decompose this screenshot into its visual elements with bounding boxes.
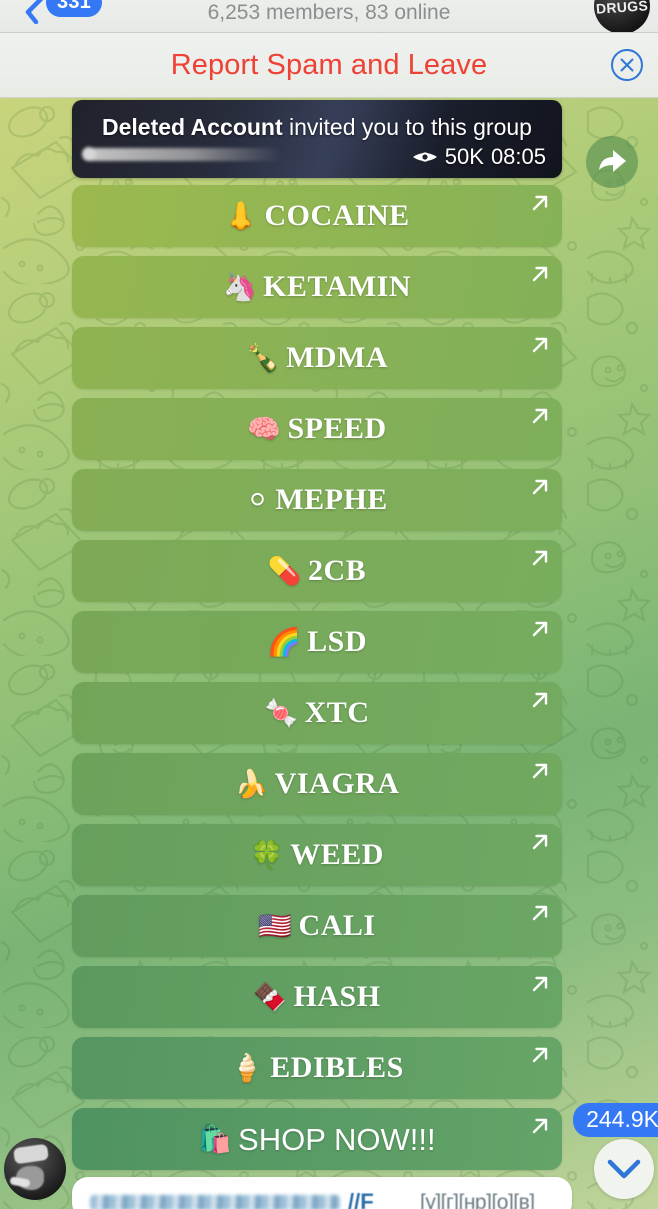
keyboard-button-emoji-icon: 🇺🇸 — [258, 910, 293, 942]
keyboard-button-emoji-icon: 🦄 — [222, 271, 258, 303]
goto-arrow-icon — [530, 548, 550, 568]
goto-arrow-icon — [530, 903, 550, 923]
keyboard-button-text: WEED — [290, 838, 384, 871]
keyboard-button-shop-now[interactable]: 🛍️ SHOP NOW!!! — [72, 1108, 562, 1170]
keyboard-button-label: 🍀 WEED — [250, 840, 384, 870]
keyboard-button-text: XTC — [304, 696, 370, 729]
keyboard-button-label: 🦄 KETAMIN — [223, 272, 411, 302]
keyboard-button-viagra[interactable]: 🍌 VIAGRA — [72, 753, 562, 815]
keyboard-button-xtc[interactable]: 🍬 XTC — [72, 682, 562, 744]
message-time: 08:05 — [490, 144, 546, 169]
goto-arrow-icon — [530, 974, 550, 994]
keyboard-button-emoji-icon: ⚪ — [246, 484, 270, 516]
keyboard-button-emoji-icon: 🍬 — [264, 697, 299, 729]
keyboard-button-emoji-icon: 🍌 — [234, 768, 269, 800]
keyboard-button-ketamin[interactable]: 🦄 KETAMIN — [72, 256, 562, 318]
inline-keyboard-list: 👃 COCAINE 🦄 KETAMIN 🍾 MDMA 🧠 SPEED ⚪ MEPHE 💊 2CB 🌈 LS… — [72, 185, 562, 1179]
sender-avatar[interactable] — [4, 1138, 66, 1200]
keyboard-button-label: 🧠 SPEED — [247, 414, 386, 444]
keyboard-button-text: LSD — [307, 625, 367, 658]
keyboard-button-text: 2CB — [307, 554, 367, 587]
keyboard-button-text: MEPHE — [275, 483, 388, 516]
keyboard-button-emoji-icon: 🧠 — [247, 413, 282, 445]
goto-arrow-icon — [530, 193, 550, 213]
keyboard-button-emoji-icon: 👃 — [224, 200, 259, 232]
eye-icon — [412, 152, 437, 162]
redacted-sender-name — [82, 147, 282, 161]
keyboard-button-text: COCAINE — [264, 199, 410, 232]
chat-header-bar: 331 6,253 members, 83 online SEX DRUGS — [0, 0, 658, 33]
keyboard-button-text: EDIBLES — [270, 1051, 404, 1084]
chat-message-area: Deleted Account invited you to this grou… — [0, 98, 658, 1209]
unread-messages-badge[interactable]: 244.9K — [573, 1103, 658, 1137]
scroll-to-bottom-button[interactable] — [594, 1139, 654, 1199]
keyboard-button-mdma[interactable]: 🍾 MDMA — [72, 327, 562, 389]
incoming-message-bubble[interactable]: //F [у][г][нр][о][в] — [72, 1177, 572, 1209]
keyboard-button-text: VIAGRA — [274, 767, 400, 800]
keyboard-button-text: MDMA — [286, 341, 389, 374]
goto-arrow-icon — [530, 690, 550, 710]
invite-video-message[interactable]: Deleted Account invited you to this grou… — [72, 100, 562, 178]
keyboard-button-label: 🌈 LSD — [267, 627, 367, 657]
goto-arrow-icon — [530, 406, 550, 426]
keyboard-button-emoji-icon: 🍦 — [230, 1052, 265, 1084]
keyboard-button-cali[interactable]: 🇺🇸 CALI — [72, 895, 562, 957]
goto-arrow-icon — [530, 761, 550, 781]
goto-arrow-icon — [530, 1116, 550, 1136]
close-circle-icon[interactable] — [610, 48, 644, 82]
message-meta: 50K 08:05 — [412, 144, 546, 170]
keyboard-button-hash[interactable]: 🍫 HASH — [72, 966, 562, 1028]
view-count: 50K — [444, 144, 484, 169]
invite-caption: Deleted Account invited you to this grou… — [72, 114, 562, 141]
goto-arrow-icon — [530, 264, 550, 284]
keyboard-button-text: CALI — [298, 909, 376, 942]
goto-arrow-icon — [530, 1045, 550, 1065]
report-spam-and-leave-button[interactable]: Report Spam and Leave — [0, 33, 658, 98]
inviter-name: Deleted Account — [102, 114, 283, 140]
report-spam-bar: Report Spam and Leave — [0, 33, 658, 98]
keyboard-button-text: SPEED — [287, 412, 387, 445]
keyboard-button-text: HASH — [293, 980, 381, 1013]
keyboard-button-label: 🍬 XTC — [265, 698, 370, 728]
goto-arrow-icon — [530, 832, 550, 852]
message-fragment-2: [у][г][нр][о][в] — [420, 1191, 535, 1209]
chat-avatar[interactable]: SEX DRUGS — [594, 0, 650, 32]
invite-suffix: invited you to this group — [282, 114, 532, 140]
keyboard-button-label: 🍦 EDIBLES — [230, 1053, 404, 1083]
message-fragment-1: //F — [348, 1189, 374, 1209]
keyboard-button-label: 💊 2CB — [268, 556, 366, 586]
avatar-blur-1 — [13, 1143, 49, 1165]
keyboard-button-label: 🍾 MDMA — [246, 343, 388, 373]
keyboard-button-emoji-icon: 🍫 — [253, 981, 288, 1013]
keyboard-button-mephe[interactable]: ⚪ MEPHE — [72, 469, 562, 531]
keyboard-button-label: 🍫 HASH — [253, 982, 380, 1012]
keyboard-button-text: KETAMIN — [263, 270, 412, 303]
keyboard-button-text: SHOP NOW!!! — [238, 1121, 436, 1157]
keyboard-button-2cb[interactable]: 💊 2CB — [72, 540, 562, 602]
redacted-message-text — [90, 1195, 340, 1209]
keyboard-button-emoji-icon: 🍀 — [250, 839, 285, 871]
forward-arrow-icon[interactable] — [586, 136, 638, 188]
keyboard-button-label: 🇺🇸 CALI — [258, 911, 375, 941]
chevron-down-icon — [607, 1159, 641, 1179]
keyboard-button-emoji-icon: 🌈 — [267, 626, 302, 658]
keyboard-button-emoji-icon: 🛍️ — [198, 1123, 233, 1155]
goto-arrow-icon — [530, 619, 550, 639]
goto-arrow-icon — [530, 335, 550, 355]
chat-member-count: 6,253 members, 83 online — [207, 1, 451, 24]
keyboard-button-edibles[interactable]: 🍦 EDIBLES — [72, 1037, 562, 1099]
keyboard-button-lsd[interactable]: 🌈 LSD — [72, 611, 562, 673]
keyboard-button-emoji-icon: 💊 — [267, 555, 302, 587]
keyboard-button-label: 🛍️ SHOP NOW!!! — [198, 1124, 435, 1155]
keyboard-button-label: 👃 COCAINE — [224, 201, 409, 231]
goto-arrow-icon — [530, 477, 550, 497]
keyboard-button-weed[interactable]: 🍀 WEED — [72, 824, 562, 886]
keyboard-button-speed[interactable]: 🧠 SPEED — [72, 398, 562, 460]
keyboard-button-cocaine[interactable]: 👃 COCAINE — [72, 185, 562, 247]
keyboard-button-label: ⚪ MEPHE — [246, 485, 388, 515]
keyboard-button-label: 🍌 VIAGRA — [235, 769, 400, 799]
avatar-line-2: DRUGS — [595, 0, 649, 17]
keyboard-button-emoji-icon: 🍾 — [245, 342, 281, 374]
